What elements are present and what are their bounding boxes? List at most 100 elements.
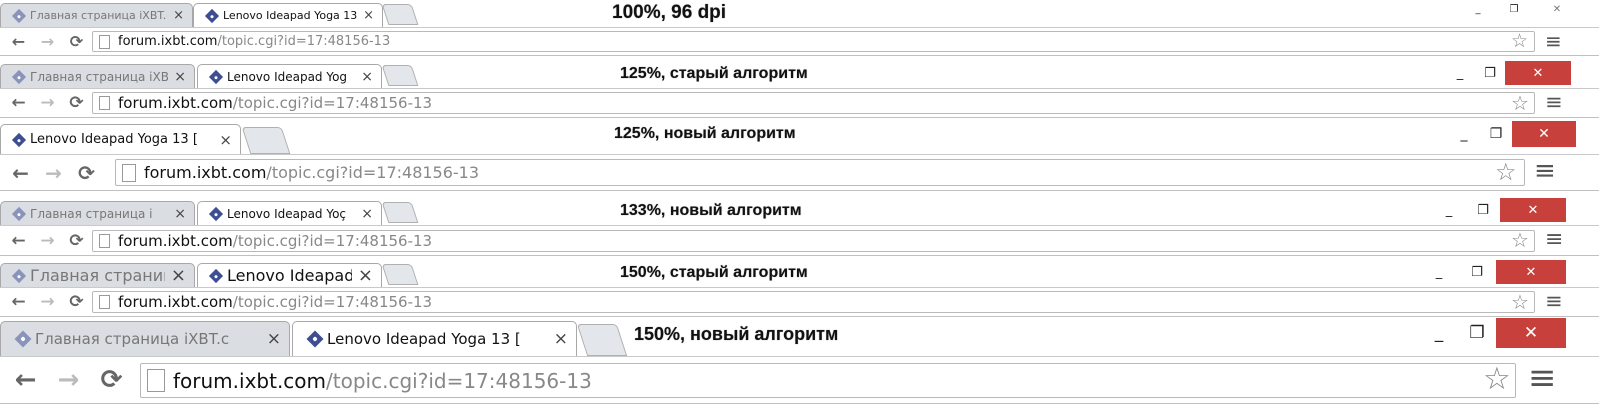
tab-close-icon[interactable]: ×: [174, 206, 186, 222]
tab-active[interactable]: Lenovo Ideapad Yoga 13 [×: [0, 124, 241, 154]
forward-button[interactable]: →: [33, 288, 62, 316]
close-window-button[interactable]: ✕: [1512, 121, 1576, 147]
maximize-button[interactable]: ❐: [1466, 198, 1500, 222]
back-button[interactable]: ←: [4, 28, 33, 55]
minimize-button[interactable]: _: [1460, 0, 1496, 18]
maximize-button[interactable]: ❐: [1475, 61, 1505, 85]
tab-active[interactable]: Lenovo Ideapad ` ×: [197, 263, 382, 287]
minimize-button[interactable]: _: [1420, 260, 1458, 284]
minimize-button[interactable]: _: [1432, 198, 1466, 222]
chrome-menu-icon[interactable]: ≡: [1545, 29, 1562, 53]
close-window-button[interactable]: ✕: [1505, 61, 1571, 85]
back-button[interactable]: ←: [4, 357, 47, 403]
tab-active[interactable]: Lenovo Ideapad Yoga 13 [×: [193, 3, 383, 27]
bookmark-star-icon[interactable]: ☆: [1511, 30, 1528, 52]
tab-close-icon[interactable]: ×: [219, 131, 232, 149]
scale-caption: 133%, новый алгоритм: [620, 202, 802, 219]
reload-button[interactable]: ⟳: [70, 155, 103, 190]
browser-window-6: Главная страница iXBT.c × Lenovo Ideapad Y…: [0, 318, 1599, 404]
navigation-toolbar: ← → ⟳ forum.ixbt.com/topic.cgi?id=17:48156-…: [0, 225, 1599, 256]
window-controls: _ ❐ ✕: [1420, 318, 1566, 348]
tab-inactive[interactable]: Главная страниц ×: [0, 263, 195, 287]
new-tab-button[interactable]: [241, 127, 291, 154]
back-button[interactable]: ←: [4, 288, 33, 316]
ixbt-favicon-icon: [208, 206, 224, 221]
browser-window-3: Lenovo Ideapad Yoga 13 [× 125%, новый алг…: [0, 121, 1599, 191]
chrome-menu-icon[interactable]: ≡: [1528, 358, 1557, 398]
reload-button[interactable]: ⟳: [62, 226, 91, 255]
address-bar[interactable]: forum.ixbt.com/topic.cgi?id=17:48156-13: [92, 31, 1535, 52]
reload-button[interactable]: ⟳: [62, 28, 91, 55]
forward-button[interactable]: →: [33, 89, 62, 117]
close-window-button[interactable]: ✕: [1496, 318, 1566, 348]
minimize-button[interactable]: _: [1420, 318, 1458, 348]
tab-close-icon[interactable]: ×: [361, 206, 373, 222]
bookmark-star-icon[interactable]: ☆: [1483, 361, 1511, 397]
tab-close-icon[interactable]: ×: [174, 69, 186, 85]
tab-title: Главная страниц: [30, 266, 165, 285]
tab-inactive[interactable]: Главная страница i ×: [0, 201, 195, 225]
reload-button[interactable]: ⟳: [62, 89, 91, 117]
tab-close-icon[interactable]: ×: [554, 329, 568, 349]
new-tab-button[interactable]: [381, 202, 419, 223]
forward-button[interactable]: →: [33, 28, 62, 55]
close-window-button[interactable]: ✕: [1496, 260, 1566, 284]
new-tab-button[interactable]: [381, 65, 419, 86]
tab-close-icon[interactable]: ×: [173, 8, 184, 23]
url-host: forum.ixbt.com: [118, 94, 233, 112]
minimize-button[interactable]: _: [1445, 61, 1475, 85]
maximize-button[interactable]: ❐: [1458, 318, 1496, 348]
address-bar[interactable]: forum.ixbt.com/topic.cgi?id=17:48156-13: [115, 159, 1525, 186]
back-button[interactable]: ←: [4, 226, 33, 255]
new-tab-button[interactable]: [381, 264, 419, 285]
forward-button[interactable]: →: [47, 357, 90, 403]
url-host: forum.ixbt.com: [118, 293, 233, 311]
scale-caption: 100%, 96 dpi: [612, 2, 727, 23]
tab-close-icon[interactable]: ×: [267, 329, 281, 349]
new-tab-button[interactable]: [381, 4, 419, 25]
url-text: forum.ixbt.com/topic.cgi?id=17:48156-13: [118, 293, 432, 311]
bookmark-star-icon[interactable]: ☆: [1511, 91, 1529, 115]
maximize-button[interactable]: ❐: [1496, 0, 1532, 18]
address-bar[interactable]: forum.ixbt.com/topic.cgi?id=17:48156-13: [92, 92, 1535, 114]
tab-inactive[interactable]: Главная страница iXB ×: [0, 64, 195, 88]
chrome-menu-icon[interactable]: ≡: [1534, 156, 1556, 186]
close-window-button[interactable]: ✕: [1500, 198, 1566, 222]
address-bar[interactable]: forum.ixbt.com/topic.cgi?id=17:48156-13: [140, 363, 1516, 398]
url-text: forum.ixbt.com/topic.cgi?id=17:48156-13: [118, 232, 432, 250]
url-path: /topic.cgi?id=17:48156-13: [266, 163, 480, 182]
page-icon: [99, 96, 110, 110]
close-window-button[interactable]: ✕: [1532, 0, 1582, 18]
bookmark-star-icon[interactable]: ☆: [1495, 158, 1517, 186]
bookmark-star-icon[interactable]: ☆: [1511, 228, 1529, 252]
ixbt-favicon-icon: [11, 268, 27, 283]
ixbt-favicon-icon: [208, 69, 224, 84]
forward-button[interactable]: →: [37, 155, 70, 190]
reload-button[interactable]: ⟳: [62, 288, 91, 316]
maximize-button[interactable]: ❐: [1480, 121, 1512, 147]
chrome-menu-icon[interactable]: ≡: [1545, 90, 1563, 114]
maximize-button[interactable]: ❐: [1458, 260, 1496, 284]
bookmark-star-icon[interactable]: ☆: [1511, 290, 1529, 314]
tab-active[interactable]: Lenovo Ideapad Yog ×: [197, 64, 382, 88]
new-tab-button[interactable]: [576, 324, 628, 356]
address-bar[interactable]: forum.ixbt.com/topic.cgi?id=17:48156-13: [92, 291, 1535, 313]
address-bar[interactable]: forum.ixbt.com/topic.cgi?id=17:48156-13: [92, 230, 1535, 252]
tab-active[interactable]: Lenovo Ideapad Yoç ×: [197, 201, 382, 225]
tab-close-icon[interactable]: ×: [358, 265, 373, 286]
tab-close-icon[interactable]: ×: [361, 69, 373, 85]
tab-close-icon[interactable]: ×: [171, 265, 186, 286]
chrome-menu-icon[interactable]: ≡: [1545, 227, 1563, 252]
tab-inactive[interactable]: Главная страница iXBT.c ×: [0, 321, 290, 356]
back-button[interactable]: ←: [4, 89, 33, 117]
tab-close-icon[interactable]: ×: [363, 8, 374, 23]
tab-inactive[interactable]: Главная страница iXBT.c ×: [0, 3, 193, 27]
minimize-button[interactable]: _: [1448, 121, 1480, 147]
forward-button[interactable]: →: [33, 226, 62, 255]
back-button[interactable]: ←: [4, 155, 37, 190]
tab-active[interactable]: Lenovo Ideapad Yoga 13 [×: [292, 321, 577, 356]
url-text: forum.ixbt.com/topic.cgi?id=17:48156-13: [118, 34, 390, 49]
reload-button[interactable]: ⟳: [90, 357, 133, 403]
chrome-menu-icon[interactable]: ≡: [1545, 289, 1563, 313]
window-controls: _ ❐ ✕: [1432, 198, 1566, 222]
